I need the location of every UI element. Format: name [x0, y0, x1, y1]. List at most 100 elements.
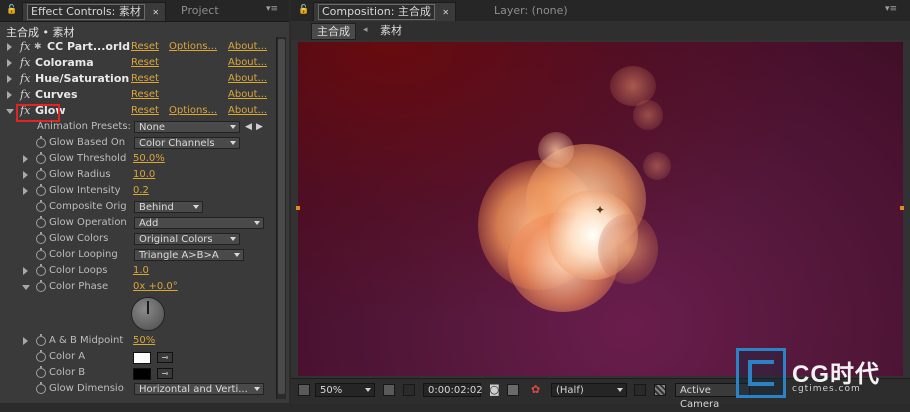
about-link[interactable]: About... [228, 87, 267, 103]
stopwatch-icon[interactable] [36, 136, 46, 148]
property-value[interactable]: 50.0% [133, 151, 165, 167]
stopwatch-icon[interactable] [36, 334, 46, 346]
expand-triangle-icon[interactable] [7, 75, 12, 83]
tab-project[interactable]: Project [173, 2, 219, 20]
effect-row-hue-saturation[interactable]: fx Hue/Saturation Reset About... [0, 71, 275, 87]
expand-triangle-icon[interactable] [23, 171, 28, 179]
viewer-edge-handle[interactable] [900, 206, 904, 210]
breadcrumb-item-main-comp[interactable]: 主合成 [311, 23, 356, 40]
effect-row-curves[interactable]: fx Curves Reset About... [0, 87, 275, 103]
mask-toggle-icon[interactable] [403, 384, 415, 396]
dropdown-value: Original Colors [139, 234, 213, 245]
property-dropdown[interactable]: Add [134, 217, 264, 229]
stopwatch-icon[interactable] [36, 264, 46, 276]
stopwatch-icon[interactable] [36, 232, 46, 244]
viewer-edge-handle[interactable] [296, 206, 300, 210]
show-snapshot-icon[interactable] [507, 384, 519, 396]
chevron-down-icon [254, 221, 260, 225]
expand-triangle-icon[interactable] [23, 187, 28, 195]
expand-triangle-icon[interactable] [23, 155, 28, 163]
property-dropdown[interactable]: Triangle A>B>A [134, 249, 244, 261]
tab-composition[interactable]: Composition: 主合成 ✕ [313, 2, 457, 21]
stopwatch-icon[interactable] [36, 216, 46, 228]
preset-prev-icon[interactable]: ◀ [245, 119, 252, 135]
about-link[interactable]: About... [228, 55, 267, 71]
stopwatch-icon[interactable] [36, 152, 46, 164]
dropdown-value: Horizontal and Verti... [139, 384, 248, 395]
stopwatch-icon[interactable] [36, 366, 46, 378]
tab-effect-controls[interactable]: Effect Controls: 素材 ✕ [22, 2, 167, 21]
property-dropdown[interactable]: Behind [134, 201, 203, 213]
reset-link[interactable]: Reset [131, 39, 159, 55]
color-phase-dial[interactable] [131, 297, 165, 331]
stopwatch-icon[interactable] [36, 184, 46, 196]
preset-next-icon[interactable]: ▶ [256, 119, 263, 135]
property-value[interactable]: 50% [133, 333, 155, 349]
lock-icon[interactable]: 🔓 [6, 5, 17, 15]
always-preview-icon[interactable] [298, 384, 310, 396]
property-row: Glow Based On Color Channels [0, 135, 275, 151]
stopwatch-icon[interactable] [36, 168, 46, 180]
color-a-swatch[interactable] [133, 352, 151, 364]
effect-row-cc-particle[interactable]: fx ✱ CC Part...orld Reset Options... Abo… [0, 39, 275, 55]
about-link[interactable]: About... [228, 103, 267, 119]
effect-name: CC Part...orld [47, 40, 131, 53]
composition-viewer[interactable]: ✦ [298, 42, 903, 376]
collapse-triangle-icon[interactable] [22, 285, 30, 290]
expand-triangle-icon[interactable] [7, 59, 12, 67]
collapse-triangle-icon[interactable] [6, 109, 14, 114]
property-dropdown[interactable]: Color Channels [134, 137, 240, 149]
property-value[interactable]: 0x +0.0° [133, 279, 178, 295]
options-link[interactable]: Options... [169, 39, 217, 55]
stopwatch-icon[interactable] [36, 382, 46, 394]
eyedropper-icon[interactable]: ⊸ [157, 368, 173, 379]
property-value[interactable]: 1.0 [133, 263, 149, 279]
about-link[interactable]: About... [228, 71, 267, 87]
fx-icon[interactable]: fx [20, 39, 30, 55]
reset-link[interactable]: Reset [131, 55, 159, 71]
property-dropdown[interactable]: Horizontal and Verti... [134, 383, 264, 395]
property-dropdown[interactable]: Original Colors [134, 233, 240, 245]
grid-icon[interactable] [383, 384, 395, 396]
current-time-field[interactable]: 0:00:02:02 [423, 383, 483, 397]
stopwatch-icon[interactable] [36, 280, 46, 292]
anchor-point-icon[interactable]: ✦ [595, 203, 605, 217]
fx-icon[interactable]: fx [20, 55, 30, 71]
stopwatch-icon[interactable] [36, 350, 46, 362]
zoom-dropdown[interactable]: 50% [315, 383, 375, 397]
panel-menu-icon[interactable]: ▾≡ [885, 4, 897, 14]
color-b-swatch[interactable] [133, 368, 151, 380]
lock-icon[interactable]: 🔓 [298, 5, 309, 15]
fx-icon[interactable]: fx [20, 71, 30, 87]
panel-menu-icon[interactable]: ▾≡ [266, 4, 278, 14]
stopwatch-icon[interactable] [36, 200, 46, 212]
camera-icon[interactable]: ◙ [489, 383, 500, 396]
effect-controls-scrollbar[interactable] [276, 37, 286, 399]
transparency-grid-icon[interactable] [654, 384, 666, 396]
tab-close-icon[interactable]: ✕ [442, 8, 449, 17]
breadcrumb-item-footage[interactable]: 素材 [380, 23, 402, 38]
expand-triangle-icon[interactable] [7, 91, 12, 99]
about-link[interactable]: About... [228, 39, 267, 55]
expand-triangle-icon[interactable] [23, 267, 28, 275]
reset-link[interactable]: Reset [131, 103, 159, 119]
expand-triangle-icon[interactable] [7, 43, 12, 51]
stopwatch-icon[interactable] [36, 248, 46, 260]
expand-triangle-icon[interactable] [23, 337, 28, 345]
options-link[interactable]: Options... [169, 103, 217, 119]
animation-presets-dropdown[interactable]: None [134, 121, 240, 133]
reset-link[interactable]: Reset [131, 87, 159, 103]
property-value[interactable]: 0.2 [133, 183, 149, 199]
resolution-dropdown[interactable]: (Half) [551, 383, 627, 397]
region-of-interest-icon[interactable] [634, 384, 646, 396]
tab-close-icon[interactable]: ✕ [152, 8, 159, 17]
effect-row-colorama[interactable]: fx Colorama Reset About... [0, 55, 275, 71]
reset-link[interactable]: Reset [131, 71, 159, 87]
property-value[interactable]: 10.0 [133, 167, 155, 183]
tab-layer[interactable]: Layer: (none) [486, 2, 568, 20]
eyedropper-icon[interactable]: ⊸ [157, 352, 173, 363]
scrollbar-thumb[interactable] [278, 39, 285, 394]
fx-icon[interactable]: fx [20, 87, 30, 103]
effect-name: Curves [35, 88, 78, 101]
channel-icon[interactable]: ✿ [531, 383, 540, 396]
